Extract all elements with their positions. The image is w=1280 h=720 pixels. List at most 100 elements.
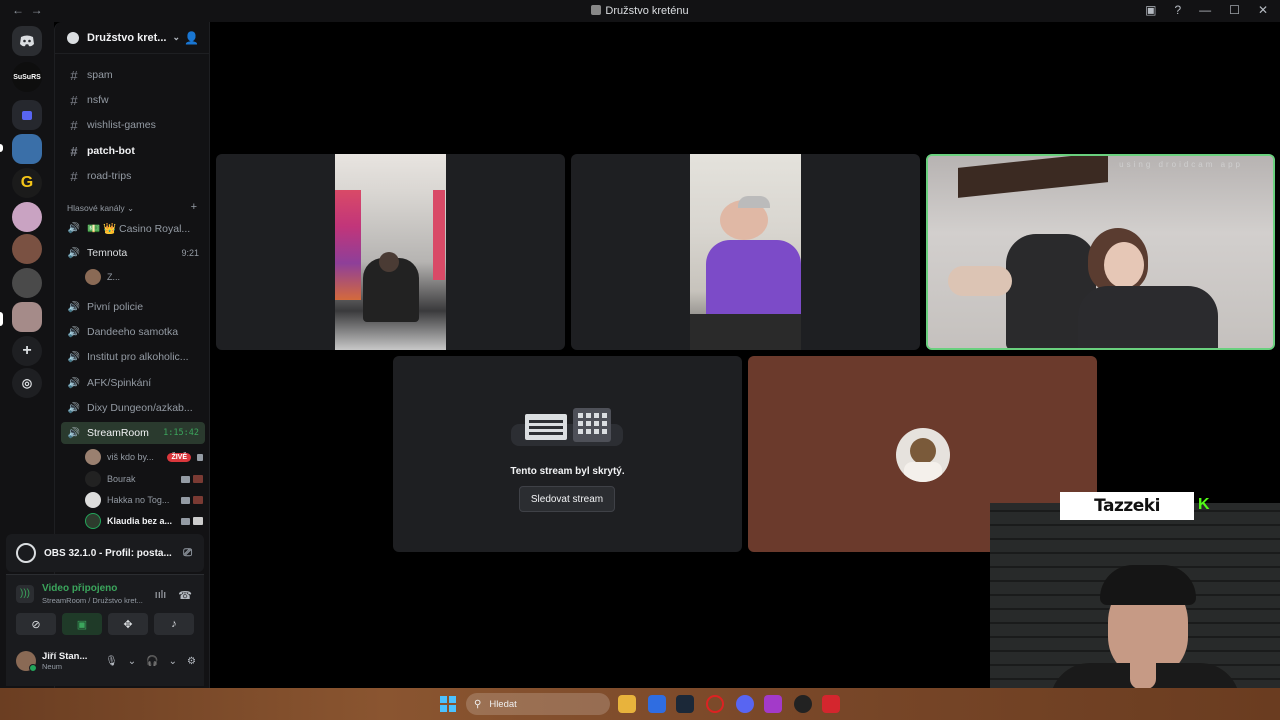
hash-icon: # xyxy=(70,143,78,159)
server-susurs[interactable]: SuSuRS xyxy=(12,62,42,92)
minimize-button[interactable]: — xyxy=(1199,3,1211,17)
video-thumbnail xyxy=(193,475,203,483)
windows-start-icon[interactable] xyxy=(440,696,456,712)
channel-spam[interactable]: # spam xyxy=(61,64,205,86)
add-channel-icon[interactable]: + xyxy=(191,201,197,213)
person-shirt xyxy=(706,240,801,320)
streamer-hair xyxy=(1100,565,1196,605)
voice-streamroom[interactable]: 🔊 StreamRoom 1:15:42 xyxy=(61,422,205,444)
app-icon[interactable] xyxy=(764,695,782,713)
headphones-icon[interactable]: 🎧 xyxy=(146,656,158,667)
discord-home-icon[interactable] xyxy=(12,26,42,56)
video-thumbnail xyxy=(193,517,203,525)
channel-nsfw[interactable]: # nsfw xyxy=(61,89,205,111)
avatar xyxy=(16,651,37,672)
camera-icon xyxy=(181,496,190,504)
hidden-stream-illustration xyxy=(511,408,623,446)
voice-afk[interactable]: 🔊 AFK/Spinkání xyxy=(61,372,205,394)
inbox-icon[interactable]: ▣ xyxy=(1145,3,1156,17)
video-tile-participant-1[interactable] xyxy=(216,154,565,350)
stream-member[interactable]: viš kdo by... ŽIVĚ xyxy=(85,447,203,467)
discord-taskbar-icon[interactable] xyxy=(736,695,754,713)
taskbar-search[interactable]: ⚲ Hledat xyxy=(466,693,610,715)
headset xyxy=(738,196,770,208)
help-icon[interactable]: ? xyxy=(1174,3,1181,17)
noise-suppression-icon[interactable]: ıılı xyxy=(155,589,167,602)
stream-member[interactable]: Klaudia bez a... xyxy=(85,511,203,531)
user-panel[interactable]: Jiří Stan... Neum 🎙 ⌄ 🎧 ⌄ ⚙ xyxy=(16,651,196,672)
voice-dandeeho-samotka[interactable]: 🔊 Dandeeho samotka xyxy=(61,321,205,343)
channel-patch-bot[interactable]: # patch-bot xyxy=(61,140,205,162)
window-title: Družstvo kreténu xyxy=(0,5,1280,17)
screen-share-icon[interactable]: ⎚ xyxy=(183,547,192,560)
obs-taskbar-icon[interactable] xyxy=(794,695,812,713)
speaker-icon: 🔊 xyxy=(67,402,81,414)
avatar xyxy=(85,269,101,285)
voice-category-label[interactable]: Hlasové kanály ⌄ xyxy=(67,203,134,214)
watch-stream-button[interactable]: Sledovat stream xyxy=(519,486,615,512)
add-server-icon[interactable]: + xyxy=(12,336,42,366)
speaker-icon: 🔊 xyxy=(67,326,81,338)
chevron-down-icon[interactable]: ⌄ xyxy=(169,656,177,667)
steam-icon[interactable] xyxy=(676,695,694,713)
maximize-button[interactable]: ☐ xyxy=(1229,3,1240,17)
soundboard-button[interactable]: ♪ xyxy=(154,613,194,635)
stream-member[interactable]: Hakka no Tog... xyxy=(85,490,203,510)
video-tile-participant-3-speaking[interactable]: using droidcam app xyxy=(926,154,1275,350)
chevron-down-icon: ⌄ xyxy=(172,32,181,42)
streamer-nametag: Tazzeki xyxy=(1060,492,1194,520)
speaker-icon: 🔊 xyxy=(67,222,81,234)
disconnect-icon[interactable]: ☎ xyxy=(178,589,192,602)
voice-temnota[interactable]: 🔊 Temnota 9:21 xyxy=(61,242,205,264)
hidden-stream-text: Tento stream byl skrytý. xyxy=(510,466,625,477)
voice-institut[interactable]: 🔊 Institut pro alkoholic... xyxy=(61,346,205,368)
obs-activity[interactable]: OBS 32.1.0 - Profil: posta... ⎚ xyxy=(6,534,204,572)
video-wall-art xyxy=(433,190,445,280)
camera-off-button[interactable]: ⊘ xyxy=(16,613,56,635)
camera-icon xyxy=(181,517,190,525)
screen-icon xyxy=(197,453,203,461)
voice-status[interactable]: ))) Video připojeno StreamRoom / Družstv… xyxy=(16,583,143,605)
channel-road-trips[interactable]: # road-trips xyxy=(61,165,205,187)
folder-icon[interactable] xyxy=(12,100,42,130)
app-icon[interactable] xyxy=(648,695,666,713)
close-button[interactable]: ✕ xyxy=(1258,3,1268,17)
channel-wishlist-games[interactable]: # wishlist-games xyxy=(61,114,205,136)
server-anime[interactable] xyxy=(12,202,42,232)
microphone-icon[interactable]: 🎙 xyxy=(105,656,118,667)
activities-button[interactable]: ✥ xyxy=(108,613,148,635)
guild-header[interactable]: Družstvo kret... ⌄ 👤 xyxy=(55,22,209,54)
hash-icon: # xyxy=(70,92,78,108)
voice-pivni-policie[interactable]: 🔊 Pivní policie xyxy=(61,296,205,318)
camera-icon xyxy=(181,475,190,483)
settings-gear-icon[interactable]: ⚙ xyxy=(187,656,196,667)
person-hand xyxy=(948,266,1012,296)
guild-icon xyxy=(67,31,79,44)
file-explorer-icon[interactable] xyxy=(618,695,636,713)
hash-icon: # xyxy=(70,67,78,83)
discover-icon[interactable]: ◎ xyxy=(12,368,42,398)
server-druzstvo[interactable] xyxy=(12,302,42,332)
server-car[interactable] xyxy=(12,134,42,164)
voice-dixy-dungeon[interactable]: 🔊 Dixy Dungeon/azkab... xyxy=(61,397,205,419)
participant-video xyxy=(928,156,1273,348)
screen-share-button[interactable]: ▣ xyxy=(62,613,102,635)
server-g[interactable]: G xyxy=(12,168,42,198)
stream-member[interactable]: Bourak xyxy=(85,469,203,489)
server-dark[interactable] xyxy=(12,268,42,298)
chevron-down-icon[interactable]: ⌄ xyxy=(128,656,136,667)
voice-member[interactable]: Z... xyxy=(85,267,203,287)
video-tile-participant-2[interactable] xyxy=(571,154,920,350)
voice-casino-royal[interactable]: 🔊 💵 👑 Casino Royal... xyxy=(61,217,205,239)
opera-icon[interactable] xyxy=(706,695,724,713)
participant-video xyxy=(335,154,446,350)
app-icon[interactable] xyxy=(822,695,840,713)
server-portrait[interactable] xyxy=(12,234,42,264)
hash-icon: # xyxy=(70,117,78,133)
speaker-icon: 🔊 xyxy=(67,427,81,439)
invite-icon[interactable]: 👤 xyxy=(184,31,199,45)
hidden-stream-tile[interactable]: Tento stream byl skrytý. Sledovat stream xyxy=(393,356,742,552)
obs-icon xyxy=(16,543,36,563)
search-icon: ⚲ xyxy=(474,698,482,710)
signal-icon: ))) xyxy=(16,585,34,603)
